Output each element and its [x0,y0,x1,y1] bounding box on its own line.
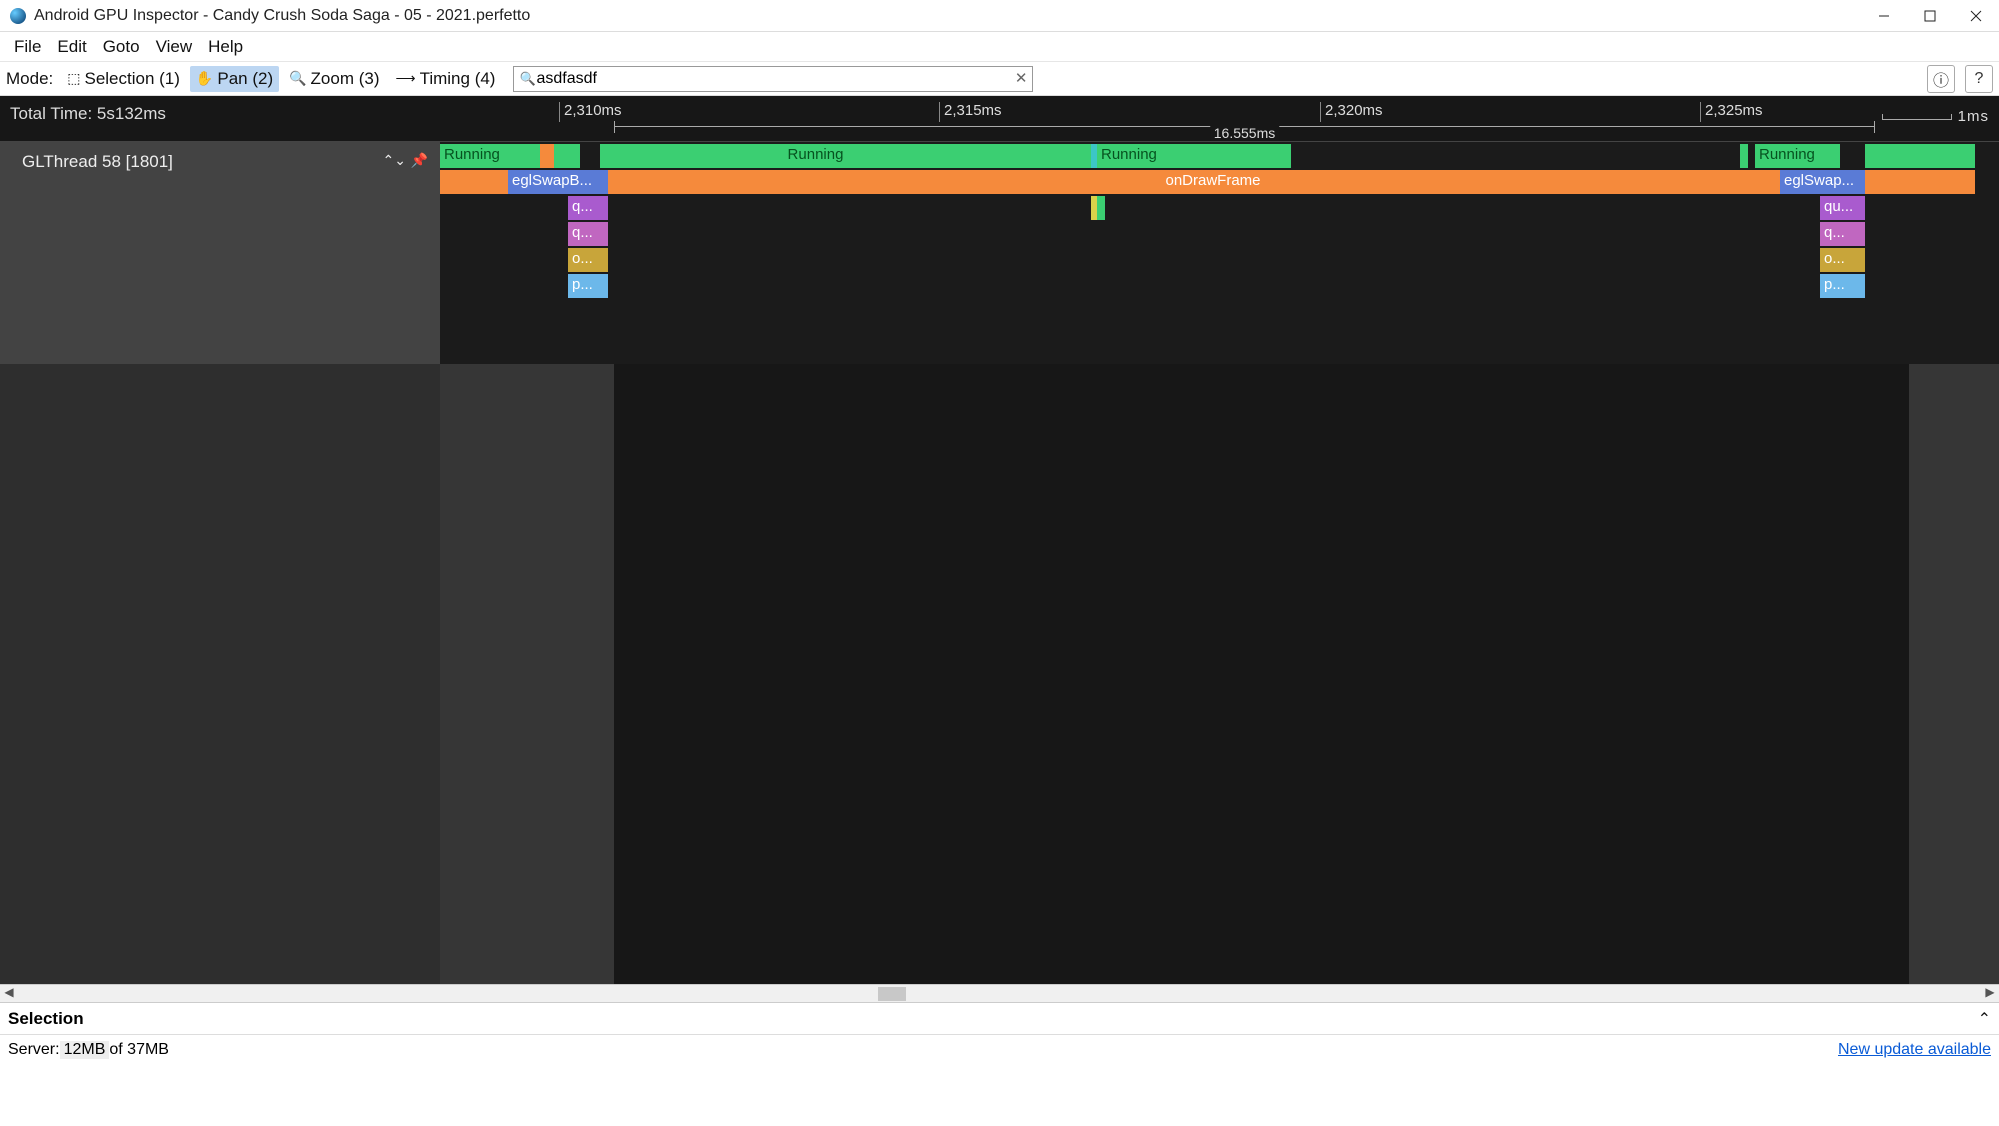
chevron-up-icon[interactable]: ⌃ [1978,1009,1991,1029]
trace-span[interactable]: o... [568,248,608,272]
ruler-tick: 2,320ms [1320,102,1383,122]
trace-span[interactable] [1865,170,1975,194]
info-button[interactable]: ⓘ [1927,65,1955,93]
mode-zoom-label: Zoom (3) [311,69,380,89]
search-icon: 🔍 [519,71,535,87]
trace-span[interactable]: qu... [1820,196,1865,220]
minimize-button[interactable] [1861,0,1907,32]
menu-edit[interactable]: Edit [49,33,94,61]
mode-timing[interactable]: ⟶Timing (4) [390,66,502,92]
title-bar: Android GPU Inspector - Candy Crush Soda… [0,0,1999,32]
menu-bar: File Edit Goto View Help [0,32,1999,62]
trace-span[interactable] [1865,144,1975,168]
mode-zoom[interactable]: 🔍 Zoom (3) [283,66,385,92]
ruler-tick: 2,325ms [1700,102,1763,122]
toolbar: Mode: ⬚Selection (1) ✋Pan (2) 🔍Zoom (3) … [0,62,1999,96]
timing-icon: ⟶ [396,70,416,87]
mode-label: Mode: [6,69,53,89]
zoom-icon: 🔍 [289,70,306,87]
help-button[interactable]: ? [1965,65,1993,93]
app-icon [10,8,26,24]
thread-header[interactable]: GLThread 58 [1801] ⌃⌄ 📌 [0,142,440,364]
ruler-tick: 2,315ms [939,102,1002,122]
menu-file[interactable]: File [6,33,49,61]
trace-span[interactable]: p... [568,274,608,298]
trace-span[interactable]: eglSwap... [1780,170,1865,194]
selection-panel-header[interactable]: Selection ⌃ [0,1002,1999,1034]
trace-span[interactable]: q... [568,222,608,246]
menu-goto[interactable]: Goto [95,33,148,61]
status-bar: Server: 12MB of 37MB New update availabl… [0,1034,1999,1064]
scroll-left-icon[interactable]: ◀ [0,985,18,1003]
search-clear-icon[interactable]: ✕ [1015,69,1028,87]
trace-span[interactable]: o... [1820,248,1865,272]
trace-span[interactable]: Running [1097,144,1291,168]
mode-timing-label: Timing (4) [420,69,496,89]
mode-selection[interactable]: ⬚Selection (1) [61,66,186,92]
server-mem-total: of 37MB [109,1041,169,1059]
trace-span[interactable]: q... [1820,222,1865,246]
trace-span[interactable]: Running [1755,144,1840,168]
pin-icon[interactable]: 📌 [411,152,428,169]
server-mem-used: 12MB [60,1041,110,1059]
pan-icon: ✋ [196,70,213,87]
track-header-column: GLThread 58 [1801] ⌃⌄ 📌 [0,142,440,984]
selection-title: Selection [8,1009,84,1029]
trace-span[interactable]: q... [568,196,608,220]
scroll-thumb[interactable] [878,987,906,1001]
trace-span[interactable] [554,144,580,168]
trace-span[interactable]: Running [440,144,540,168]
trace-span[interactable] [1740,144,1748,168]
mode-pan-label: Pan (2) [217,69,273,89]
close-button[interactable] [1953,0,1999,32]
tracks-viewport[interactable]: RunningRunningRunningRunningRunningeglSw… [440,142,1999,984]
menu-view[interactable]: View [148,33,201,61]
trace-area[interactable]: Total Time: 5s132ms 1ms 2,310ms2,315ms2,… [0,96,1999,984]
server-label: Server: [8,1041,60,1059]
collapse-icon[interactable]: ⌃⌄ [383,152,406,169]
trace-span[interactable]: p... [1820,274,1865,298]
window-title: Android GPU Inspector - Candy Crush Soda… [34,7,530,25]
thread-name: GLThread 58 [1801] [22,152,173,172]
ruler-tick: 2,310ms [559,102,622,122]
trace-span[interactable]: eglSwapB... [508,170,608,194]
thread-row[interactable]: RunningRunningRunningRunningRunningeglSw… [440,142,1999,364]
search-input[interactable] [513,66,1033,92]
trace-span[interactable] [440,170,508,194]
range-label: 16.555ms [1210,125,1279,141]
mode-selection-label: Selection (1) [84,69,179,89]
trace-span[interactable]: Running [600,144,1031,168]
selection-icon: ⬚ [67,70,80,87]
update-link[interactable]: New update available [1838,1041,1991,1059]
horizontal-scrollbar[interactable]: ◀ ▶ [0,984,1999,1002]
scroll-right-icon[interactable]: ▶ [1981,985,1999,1003]
trace-span[interactable]: onDrawFrame [608,170,1818,194]
trace-span[interactable] [1097,196,1105,220]
maximize-button[interactable] [1907,0,1953,32]
mode-pan[interactable]: ✋Pan (2) [190,66,279,92]
menu-help[interactable]: Help [200,33,251,61]
visible-range-bar: 16.555ms [614,126,1875,138]
trace-span[interactable] [540,144,554,168]
